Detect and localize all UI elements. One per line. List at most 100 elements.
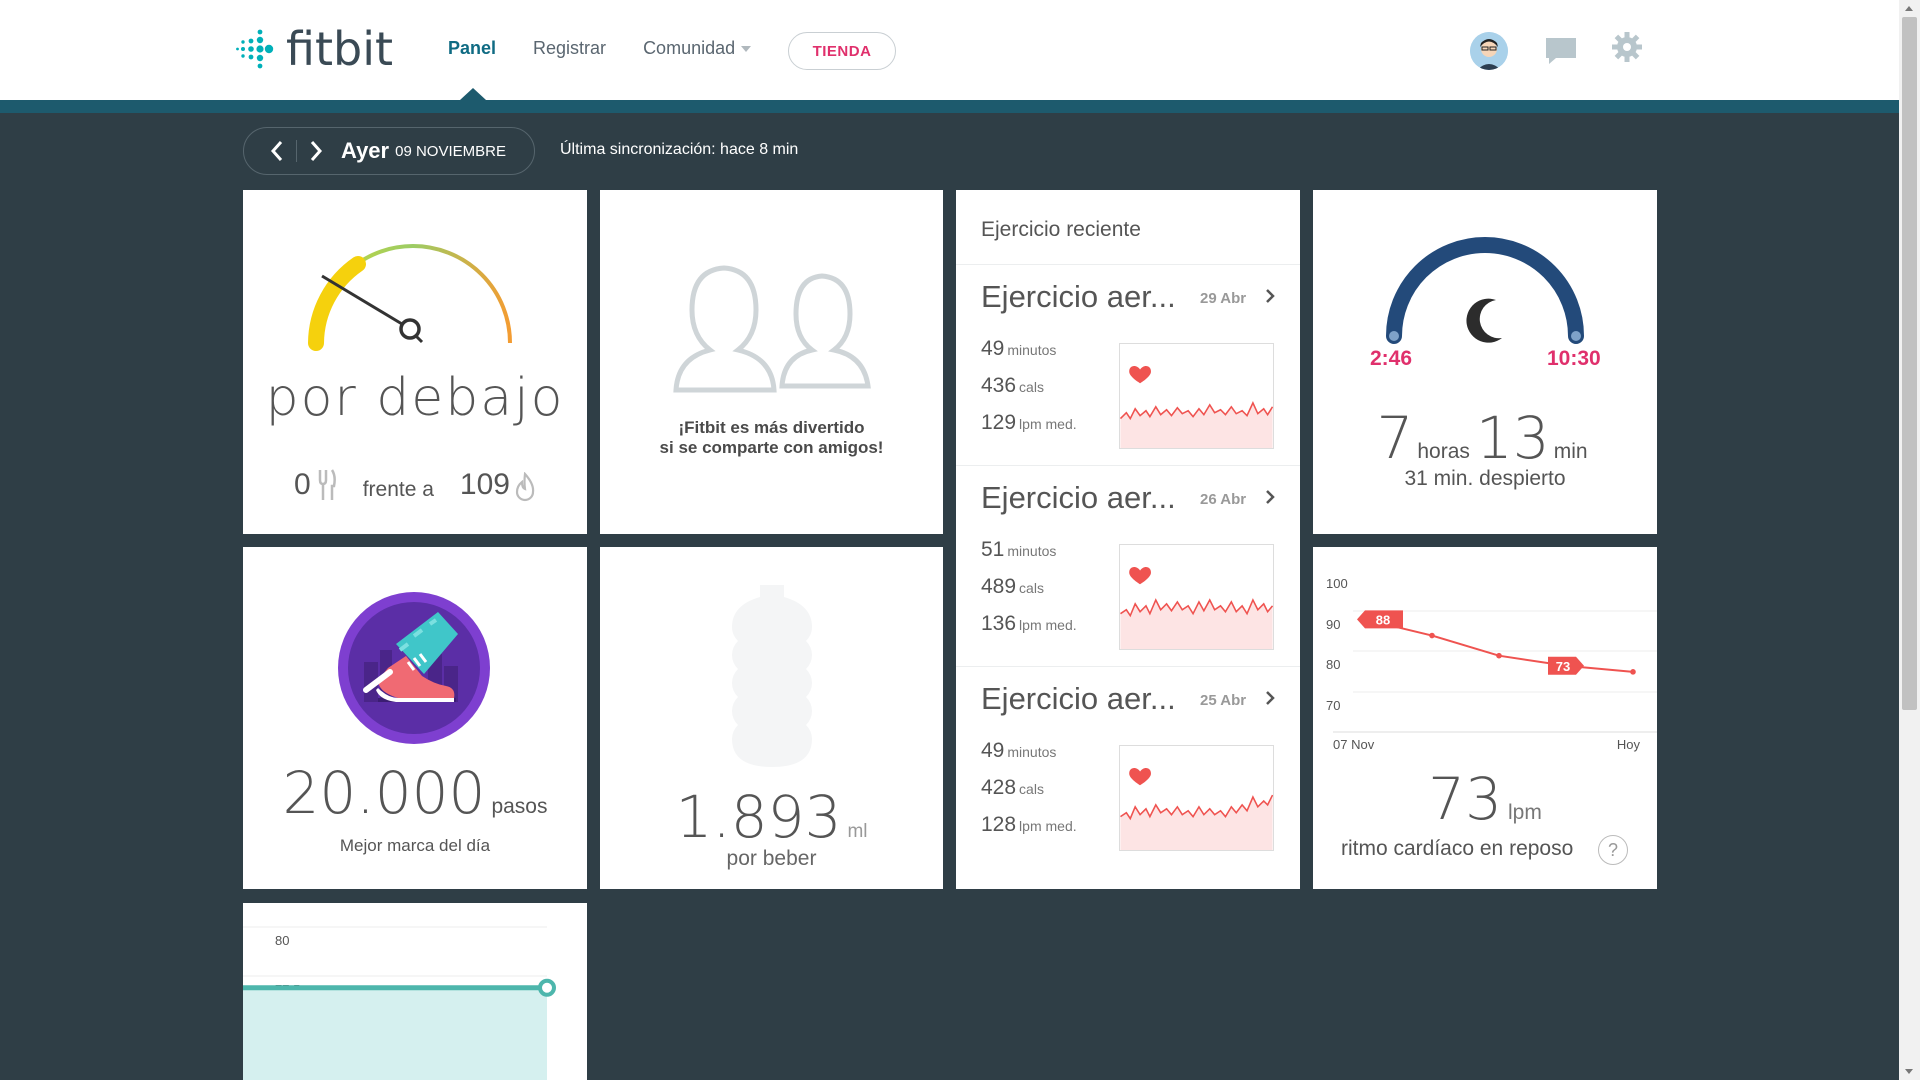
friends-people-icon bbox=[673, 265, 871, 393]
hr-value: 73 bbox=[1428, 765, 1502, 833]
water-card[interactable]: 1.893 ml por beber bbox=[600, 547, 943, 889]
active-nav-pointer bbox=[460, 88, 486, 100]
exercise-title: Ejercicio aer... bbox=[981, 480, 1176, 515]
date-value: 09 NOVIEMBRE bbox=[395, 142, 506, 160]
nav-comunidad[interactable]: Comunidad bbox=[643, 38, 752, 59]
header-accent-bar bbox=[0, 100, 1899, 113]
exercise-cals: 489 bbox=[981, 575, 1017, 598]
hr-trend-line bbox=[1364, 618, 1634, 673]
exercise-minutes-unit: minutos bbox=[1007, 342, 1057, 358]
settings-gear-icon[interactable] bbox=[1612, 32, 1642, 62]
water-value: 1.893 bbox=[675, 783, 842, 851]
hr-point bbox=[1496, 652, 1502, 659]
friends-card[interactable]: ¡Fitbit es más divertido si se comparte … bbox=[600, 190, 943, 534]
help-icon[interactable]: ? bbox=[1598, 835, 1628, 865]
main-nav: Panel Registrar Comunidad bbox=[448, 38, 788, 59]
calories-vs: frente a bbox=[362, 478, 434, 501]
sleep-minutes-unit: min bbox=[1553, 440, 1588, 463]
user-avatar[interactable] bbox=[1470, 32, 1508, 70]
date-day: Ayer bbox=[341, 138, 390, 163]
exercise-card: Ejercicio reciente Ejercicio aer... 29 A… bbox=[956, 190, 1300, 889]
sync-status: Última sincronización: hace 8 min bbox=[560, 141, 799, 158]
steps-card[interactable]: 20.000 pasos Mejor marca del día bbox=[243, 547, 587, 889]
hr-value-row: 73 lpm bbox=[1313, 765, 1657, 833]
water-value-row: 1.893 ml bbox=[600, 783, 943, 851]
exercise-cals: 436 bbox=[981, 374, 1017, 397]
exercise-heading: Ejercicio reciente bbox=[956, 190, 1300, 265]
scroll-down-arrow-icon[interactable] bbox=[1905, 1069, 1913, 1074]
hr-caption: ritmo cardíaco en reposo bbox=[1341, 837, 1574, 860]
weight-card[interactable]: 80 77.5 75 bbox=[243, 903, 587, 1080]
scroll-thumb[interactable] bbox=[1902, 17, 1917, 710]
heart-rate-card[interactable]: 100 90 80 70 88 73 07 Nov Hoy 73 lpm ritmo… bbox=[1313, 547, 1657, 889]
hr-xend: Hoy bbox=[1617, 737, 1641, 752]
nav-registrar[interactable]: Registrar bbox=[533, 38, 606, 59]
avatar-icon bbox=[1470, 32, 1508, 70]
chevron-right-icon bbox=[310, 141, 323, 161]
page-scrollbar[interactable] bbox=[1899, 0, 1920, 1080]
exercise-item[interactable]: Ejercicio aer... 29 Abr 49 minutos 436 cal… bbox=[956, 265, 1300, 466]
nav-comunidad-label: Comunidad bbox=[643, 38, 736, 58]
resting-heart-rate-chart: 100 90 80 70 88 73 07 Nov Hoy bbox=[1326, 576, 1657, 752]
chevron-right-icon[interactable] bbox=[1264, 488, 1276, 506]
calorie-balance: 0 frente a 109 bbox=[243, 468, 587, 502]
sleep-arc-icon bbox=[1386, 237, 1584, 344]
steps-caption: Mejor marca del día bbox=[339, 836, 491, 855]
exercise-cals-unit: cals bbox=[1019, 580, 1044, 596]
water-bottle-icon bbox=[732, 585, 812, 767]
hr-ytick: 90 bbox=[1326, 617, 1340, 632]
chevron-right-icon[interactable] bbox=[1264, 287, 1276, 305]
prev-day-button[interactable] bbox=[266, 138, 288, 164]
next-day-button[interactable] bbox=[305, 138, 327, 164]
top-header: fitbit Panel Registrar Comunidad TIENDA bbox=[0, 0, 1899, 100]
chevron-right-icon[interactable] bbox=[1264, 689, 1276, 707]
exercise-minutes: 49 bbox=[981, 739, 1005, 762]
exercise-cals-unit: cals bbox=[1019, 781, 1044, 797]
sleep-hours-unit: horas bbox=[1417, 440, 1470, 463]
sleep-minutes: 13 bbox=[1475, 404, 1550, 472]
hr-xstart: 07 Nov bbox=[1333, 737, 1375, 752]
exercise-bpm: 129 bbox=[981, 411, 1017, 434]
hr-point bbox=[1630, 669, 1636, 675]
exercise-bpm-unit: lpm med. bbox=[1019, 416, 1077, 432]
hr-ytick: 80 bbox=[1326, 657, 1340, 672]
heart-icon bbox=[1129, 567, 1151, 585]
water-unit: ml bbox=[847, 821, 868, 842]
calories-card[interactable]: por debajo 0 frente a 109 bbox=[243, 190, 587, 534]
date-selector: Ayer 09 NOVIEMBRE bbox=[243, 127, 535, 175]
calorie-gauge-icon bbox=[308, 244, 512, 351]
exercise-heartrate-graph bbox=[1119, 745, 1274, 851]
store-button[interactable]: TIENDA bbox=[788, 32, 896, 70]
water-caption: por beber bbox=[726, 847, 817, 870]
exercise-stats: 49 minutos 428 cals 128 lpm med. bbox=[981, 739, 1077, 850]
messages-icon[interactable] bbox=[1544, 36, 1578, 66]
exercise-date: 29 Abr bbox=[1200, 290, 1247, 307]
fitbit-dots-icon bbox=[236, 29, 274, 69]
heart-icon bbox=[1129, 366, 1151, 384]
heart-icon bbox=[1129, 768, 1151, 786]
fitbit-logo[interactable]: fitbit bbox=[236, 26, 393, 72]
exercise-date: 26 Abr bbox=[1200, 491, 1247, 508]
exercise-minutes: 49 bbox=[981, 337, 1005, 360]
sleep-duration: 7 horas 13 min bbox=[1313, 404, 1657, 472]
caret-down-icon bbox=[741, 46, 752, 53]
sleep-card[interactable]: 2:46 10:30 7 horas 13 min 31 min. despierto bbox=[1313, 190, 1657, 534]
calories-eaten: 0 bbox=[294, 468, 311, 501]
sleep-hours: 7 bbox=[1376, 404, 1414, 472]
scroll-up-arrow-icon[interactable] bbox=[1905, 6, 1913, 11]
calories-burned: 109 bbox=[459, 468, 510, 501]
exercise-item[interactable]: Ejercicio aer... 25 Abr 49 minutos 428 cal… bbox=[956, 667, 1300, 868]
exercise-minutes: 51 bbox=[981, 538, 1005, 561]
weight-area bbox=[243, 987, 547, 1080]
exercise-item[interactable]: Ejercicio aer... 26 Abr 51 minutos 489 cal… bbox=[956, 466, 1300, 667]
exercise-minutes-unit: minutos bbox=[1007, 744, 1057, 760]
steps-badge-icon bbox=[338, 592, 490, 744]
friends-message-line2: si se comparte con amigos! bbox=[659, 438, 884, 457]
sleep-end-time: 10:30 bbox=[1547, 347, 1601, 370]
sleep-start-time: 2:46 bbox=[1370, 347, 1413, 370]
steps-unit: pasos bbox=[491, 795, 548, 818]
exercise-title: Ejercicio aer... bbox=[981, 681, 1176, 716]
hr-last-label: 73 bbox=[1556, 659, 1570, 674]
nav-panel[interactable]: Panel bbox=[448, 38, 496, 59]
exercise-stats: 49 minutos 436 cals 129 lpm med. bbox=[981, 337, 1077, 448]
